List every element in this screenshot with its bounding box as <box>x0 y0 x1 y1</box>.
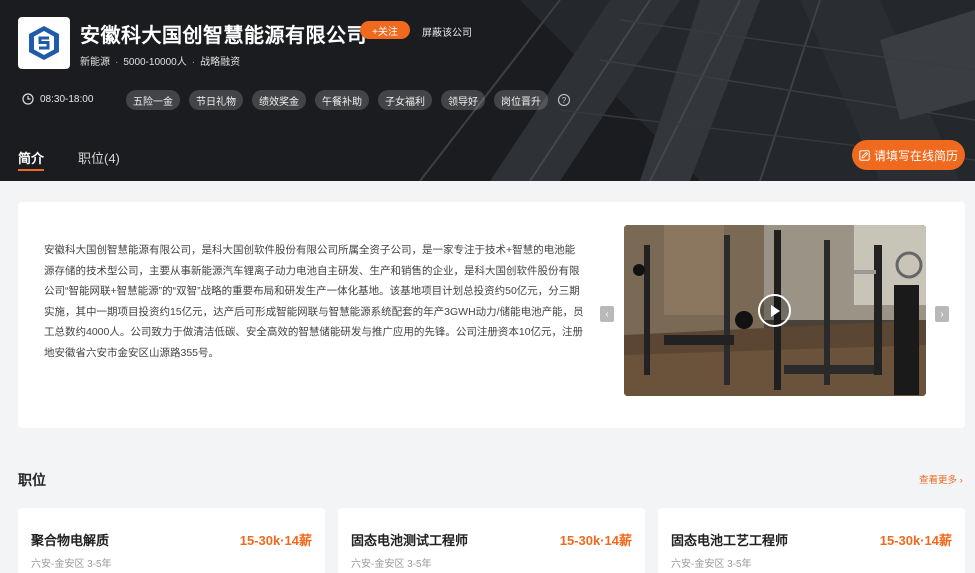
company-banner: 安徽科大国创智慧能源有限公司 +关注 屏蔽该公司 新能源 · 5000-10000人… <box>0 0 975 181</box>
fill-resume-label: 请填写在线简历 <box>873 148 958 163</box>
benefit-tag: 节日礼物 <box>189 90 243 110</box>
fill-resume-button[interactable]: 请填写在线简历 <box>852 140 965 170</box>
company-logo-icon <box>29 26 59 60</box>
company-industry: 新能源 <box>80 57 110 68</box>
job-salary: 15-30k·14薪 <box>239 533 312 548</box>
company-logo <box>18 17 70 69</box>
job-title: 固态电池工艺工程师 <box>671 533 789 548</box>
work-hours-text: 08:30-18:00 <box>40 93 94 105</box>
tab-intro[interactable]: 简介 <box>18 148 45 171</box>
benefit-tag: 绩效奖金 <box>252 90 306 110</box>
media-next-button[interactable]: › <box>935 306 949 322</box>
work-hours: 08:30-18:00 <box>22 93 93 105</box>
company-intro-text: 安徽科大国创智慧能源有限公司，是科大国创软件股份有限公司所属全资子公司，是一家专… <box>44 244 584 359</box>
play-icon <box>770 304 780 317</box>
play-button[interactable] <box>758 294 791 327</box>
company-size: 5000-10000人 <box>123 57 187 68</box>
company-video[interactable] <box>624 225 926 396</box>
tab-jobs[interactable]: 职位(4) <box>78 148 120 167</box>
company-name: 安徽科大国创智慧能源有限公司 <box>80 25 367 47</box>
company-intro-card: 安徽科大国创智慧能源有限公司，是科大国创软件股份有限公司所属全资子公司，是一家专… <box>18 202 965 428</box>
jobs-section-title: 职位 <box>18 472 46 488</box>
separator-dot: · <box>191 57 196 68</box>
benefit-tag: 领导好 <box>441 90 485 110</box>
benefit-tag: 子女福利 <box>378 90 432 110</box>
follow-button[interactable]: +关注 <box>360 21 410 39</box>
company-meta: 新能源 · 5000-10000人 · 战略融资 <box>80 53 240 68</box>
chevron-left-icon: ‹ <box>605 308 609 320</box>
job-salary: 15-30k·14薪 <box>559 533 632 548</box>
job-location: 六安-金安区 3-5年 <box>671 559 752 570</box>
question-icon[interactable]: ? <box>558 94 570 106</box>
job-salary: 15-30k·14薪 <box>879 533 952 548</box>
view-more-link[interactable]: 查看更多 › <box>919 472 963 486</box>
job-location: 六安-金安区 3-5年 <box>31 559 112 570</box>
block-company-link[interactable]: 屏蔽该公司 <box>422 24 472 39</box>
job-card[interactable]: 聚合物电解质 15-30k·14薪 六安-金安区 3-5年 <box>18 508 325 573</box>
edit-icon <box>859 149 870 161</box>
clock-icon <box>22 93 34 105</box>
chevron-right-icon: › <box>940 308 944 320</box>
benefit-tag: 岗位晋升 <box>494 90 548 110</box>
job-title: 固态电池测试工程师 <box>351 533 469 548</box>
benefit-tag: 五险一金 <box>126 90 180 110</box>
benefit-tag: 午餐补助 <box>315 90 369 110</box>
company-financing: 战略融资 <box>200 57 241 68</box>
media-prev-button[interactable]: ‹ <box>600 306 614 322</box>
job-card[interactable]: 固态电池工艺工程师 15-30k·14薪 六安-金安区 3-5年 <box>658 508 965 573</box>
job-card[interactable]: 固态电池测试工程师 15-30k·14薪 六安-金安区 3-5年 <box>338 508 645 573</box>
benefit-tags: 五险一金 节日礼物 绩效奖金 午餐补助 子女福利 领导好 岗位晋升 ? <box>126 90 570 110</box>
job-location: 六安-金安区 3-5年 <box>351 559 432 570</box>
separator-dot: · <box>115 57 119 68</box>
job-title: 聚合物电解质 <box>31 533 110 548</box>
